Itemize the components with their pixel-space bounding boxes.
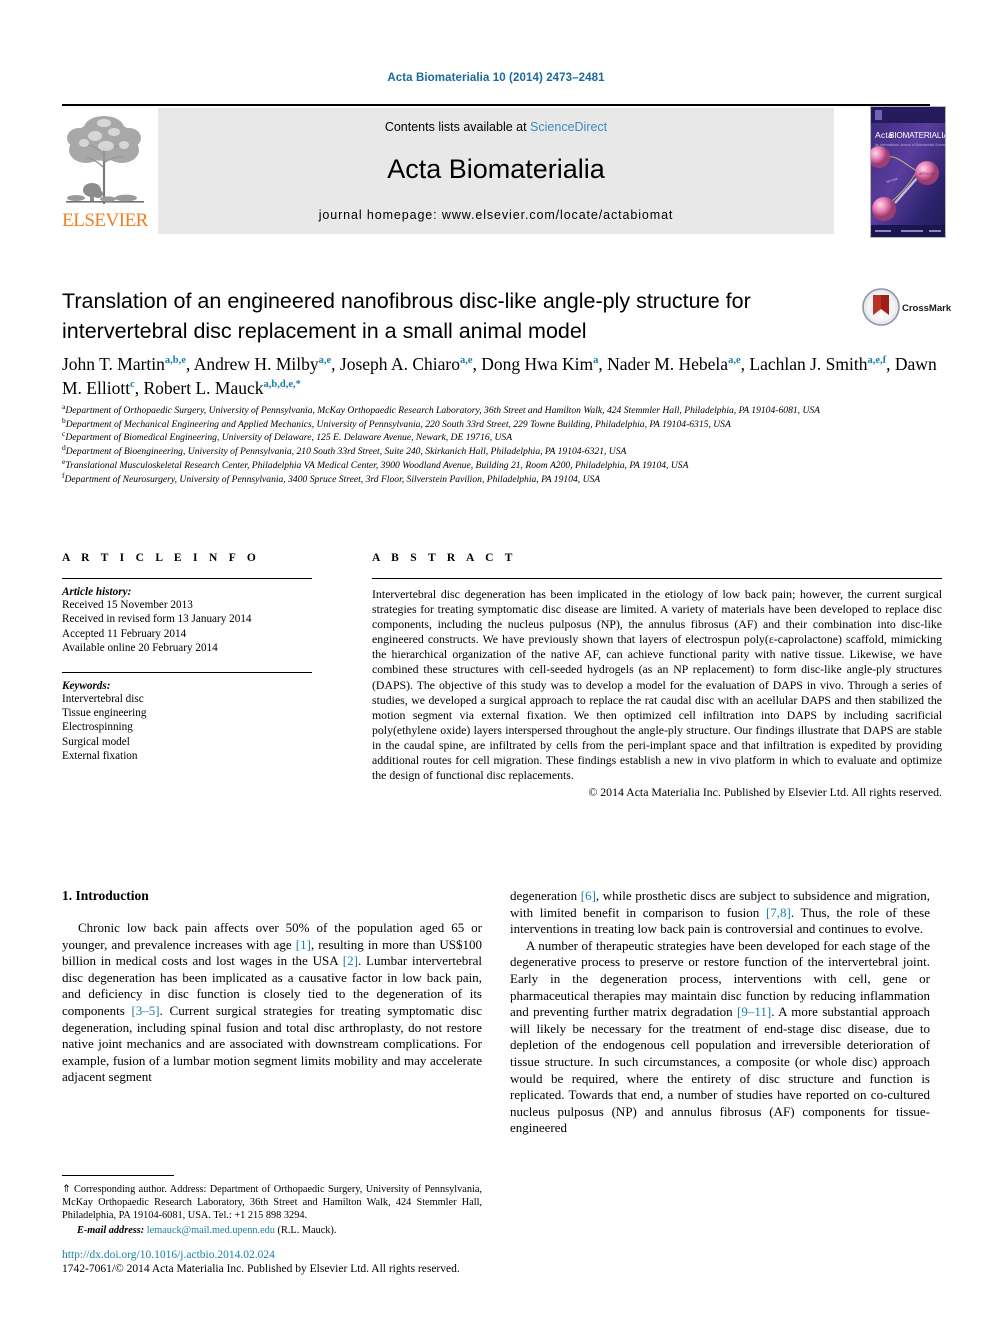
sciencedirect-link[interactable]: ScienceDirect xyxy=(530,120,607,134)
affiliation-item: fDepartment of Neurosurgery, University … xyxy=(62,471,942,486)
contents-line: Contents lists available at ScienceDirec… xyxy=(158,120,834,134)
cover-artwork-icon: Acta BIOMATERIALIA An International Jour… xyxy=(871,107,945,237)
affiliation-text: Department of Bioengineering, University… xyxy=(65,446,627,458)
citation-ref[interactable]: [1] xyxy=(296,937,311,952)
author-entry: Lachlan J. Smitha,e,f, xyxy=(749,354,895,374)
author-name: Robert L. Mauck xyxy=(143,378,264,398)
crossmark-icon xyxy=(862,288,900,326)
affiliation-text: Department of Biomedical Engineering, Un… xyxy=(65,432,513,444)
affiliation-item: aDepartment of Orthopaedic Surgery, Univ… xyxy=(62,403,942,417)
elsevier-tree-icon xyxy=(66,116,144,204)
introduction-right-column: degeneration [6], while prosthetic discs… xyxy=(510,888,930,1137)
affiliation-text: Translational Musculoskeletal Research C… xyxy=(65,459,689,471)
article-history-item: Accepted 11 February 2014 xyxy=(62,627,187,640)
affiliation-item: cDepartment of Biomedical Engineering, U… xyxy=(62,430,942,444)
abstract-text: Intervertebral disc degeneration has bee… xyxy=(372,587,942,783)
journal-title: Acta Biomaterialia xyxy=(387,154,605,184)
footnote-text: ⇑ Corresponding author. Address: Departm… xyxy=(62,1184,482,1222)
crossmark-label: CrossMark xyxy=(902,303,952,314)
author-name: Joseph A. Chiaro xyxy=(339,354,460,374)
author-list: John T. Martina,b,e, Andrew H. Milbya,e,… xyxy=(62,352,942,400)
introduction-left-column: 1. Introduction Chronic low back pain af… xyxy=(62,888,482,1086)
article-history-label: Article history: xyxy=(62,586,132,598)
author-affil-marks[interactable]: a,e,f xyxy=(867,355,886,366)
doi-link[interactable]: http://dx.doi.org/10.1016/j.actbio.2014.… xyxy=(62,1248,522,1262)
author-name: Nader M. Hebela xyxy=(607,354,729,374)
abstract-rule xyxy=(372,578,942,579)
article-history-item: Received in revised form 13 January 2014 xyxy=(62,613,252,626)
journal-masthead: ELSEVIER Contents lists available at Sci… xyxy=(62,106,946,238)
paper-page: Acta Biomaterialia 10 (2014) 2473–2481 E… xyxy=(0,0,992,1323)
journal-banner: Contents lists available at ScienceDirec… xyxy=(158,108,834,234)
author-name: Andrew H. Milby xyxy=(193,354,319,374)
keyword-item[interactable]: Surgical model xyxy=(62,735,312,749)
svg-text:ARTICLE: ARTICLE xyxy=(919,172,935,176)
affiliation-list: aDepartment of Orthopaedic Surgery, Univ… xyxy=(62,403,942,486)
keyword-item[interactable]: Electrospinning xyxy=(62,720,312,734)
keyword-item[interactable]: External fixation xyxy=(62,749,312,763)
svg-text:BIOMATERIALIA: BIOMATERIALIA xyxy=(889,131,945,140)
journal-cover-thumbnail[interactable]: Acta BIOMATERIALIA An International Jour… xyxy=(870,106,946,238)
affiliation-item: dDepartment of Bioengineering, Universit… xyxy=(62,444,942,458)
author-entry: Joseph A. Chiaroa,e, xyxy=(339,354,482,374)
abstract-column: A B S T R A C T Intervertebral disc dege… xyxy=(372,552,942,800)
citation-ref[interactable]: [3–5] xyxy=(131,1003,159,1018)
author-entry: Nader M. Hebelaa,e, xyxy=(607,354,750,374)
affiliation-text: Department of Neurosurgery, University o… xyxy=(64,473,601,485)
article-history-item: Received 15 November 2013 xyxy=(62,599,193,611)
keyword-item[interactable]: Intervertebral disc xyxy=(62,692,312,706)
citation-ref[interactable]: [2] xyxy=(343,953,358,968)
email-label: E-mail address: xyxy=(77,1224,145,1236)
author-affil-marks[interactable]: a,e xyxy=(460,355,473,366)
page-footer: http://dx.doi.org/10.1016/j.actbio.2014.… xyxy=(62,1248,522,1276)
email-owner: (R.L. Mauck). xyxy=(277,1224,337,1236)
crossmark-badge[interactable]: CrossMark xyxy=(862,288,951,334)
author-entry: Andrew H. Milbya,e, xyxy=(193,354,340,374)
affiliation-item: eTranslational Musculoskeletal Research … xyxy=(62,457,942,472)
citation-ref[interactable]: [6] xyxy=(581,888,596,903)
footnote-email-line: E-mail address: lemauck@mail.med.upenn.e… xyxy=(62,1224,482,1237)
introduction-paragraph: Chronic low back pain affects over 50% o… xyxy=(62,920,483,1085)
footnote-marker: ⇑ xyxy=(62,1184,71,1195)
author-entry: Robert L. Maucka,b,d,e,* xyxy=(143,378,300,398)
affiliation-item: bDepartment of Mechanical Engineering an… xyxy=(62,416,942,431)
abstract-copyright: © 2014 Acta Materialia Inc. Published by… xyxy=(588,785,942,800)
running-head: Acta Biomaterialia 10 (2014) 2473–2481 xyxy=(387,72,605,84)
elsevier-logo: ELSEVIER xyxy=(62,108,148,234)
author-affil-marks[interactable]: a,b,d,e,* xyxy=(264,379,301,390)
author-entry: Dong Hwa Kima, xyxy=(481,354,608,374)
affiliation-text: Department of Orthopaedic Surgery, Unive… xyxy=(65,405,821,416)
affiliation-text: Department of Mechanical Engineering and… xyxy=(65,418,731,430)
introduction-heading: 1. Introduction xyxy=(62,888,149,903)
introduction-paragraph: A number of therapeutic strategies have … xyxy=(510,937,930,1136)
email-link[interactable]: lemauck@mail.med.upenn.edu xyxy=(147,1225,275,1236)
citation-ref[interactable]: [9–11] xyxy=(737,1004,771,1019)
introduction-paragraph: degeneration [6], while prosthetic discs… xyxy=(510,888,930,937)
footnote-rule xyxy=(62,1175,174,1176)
svg-text:An International Journal of Bi: An International Journal of Biomaterials… xyxy=(875,143,945,147)
article-history-item: Available online 20 February 2014 xyxy=(62,642,218,655)
issn-copyright-line: 1742-7061/© 2014 Acta Materialia Inc. Pu… xyxy=(62,1263,460,1275)
keywords-rule xyxy=(62,671,312,673)
author-name: Lachlan J. Smith xyxy=(749,354,868,374)
author-affil-marks[interactable]: a,e xyxy=(319,355,332,366)
page-title: Translation of an engineered nanofibrous… xyxy=(62,289,751,343)
article-info-heading: A R T I C L E I N F O xyxy=(62,552,261,564)
keyword-item[interactable]: Tissue engineering xyxy=(62,706,312,720)
author-affil-marks[interactable]: a,b,e xyxy=(165,355,186,366)
journal-homepage-link[interactable]: journal homepage: www.elsevier.com/locat… xyxy=(158,208,834,222)
corresponding-author-footnote: ⇑ Corresponding author. Address: Departm… xyxy=(62,1175,482,1237)
elsevier-wordmark: ELSEVIER xyxy=(62,210,148,231)
author-entry: John T. Martina,b,e, xyxy=(62,354,194,374)
article-info-column: A R T I C L E I N F O Article history: R… xyxy=(62,552,312,764)
keywords-label: Keywords: xyxy=(62,679,111,692)
author-name: Dong Hwa Kim xyxy=(481,354,594,374)
citation-ref[interactable]: [7,8] xyxy=(766,905,791,920)
author-affil-marks[interactable]: a,e xyxy=(728,355,741,366)
abstract-heading: A B S T R A C T xyxy=(372,552,517,564)
author-name: John T. Martin xyxy=(62,354,165,374)
contents-prefix: Contents lists available at xyxy=(384,120,531,134)
article-info-rule xyxy=(62,578,312,579)
